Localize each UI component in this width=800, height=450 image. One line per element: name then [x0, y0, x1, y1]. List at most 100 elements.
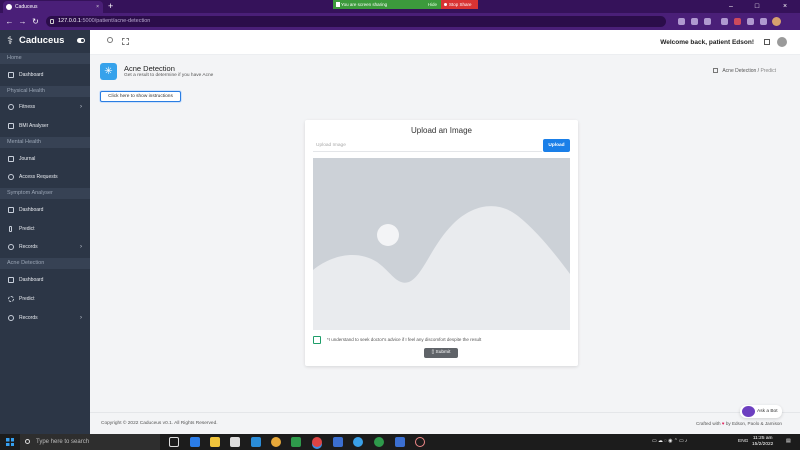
vscode-icon[interactable] — [333, 437, 343, 447]
extension-red-icon[interactable] — [734, 18, 741, 25]
sidebar-item-dashboard[interactable]: Dashboard — [0, 69, 90, 81]
sidebar: ⚕ Caduceus Home Dashboard Physical Healt… — [0, 30, 90, 434]
clock-icon — [8, 174, 14, 180]
breadcrumb-acne-detection[interactable]: Acne Detection — [722, 68, 756, 74]
clock-date: 15/2/2022 — [752, 442, 774, 447]
apps-grid-icon[interactable] — [764, 39, 770, 45]
fullscreen-icon[interactable] — [122, 38, 129, 45]
store-icon[interactable] — [230, 437, 240, 447]
list-icon — [8, 244, 14, 250]
section-home: Home — [0, 53, 90, 64]
file-explorer-icon[interactable] — [210, 437, 220, 447]
zoom-icon[interactable] — [678, 18, 685, 25]
taskbar-clock[interactable]: 11:25 am 15/2/2022 — [752, 436, 773, 448]
home-icon[interactable] — [713, 68, 719, 73]
new-tab-button[interactable]: + — [108, 0, 113, 13]
image-placeholder-preview — [313, 158, 570, 330]
extension-gear-icon[interactable] — [747, 18, 754, 25]
ask-a-bot-button[interactable]: Ask a Bot — [740, 405, 782, 418]
window-minimize-button[interactable]: – — [721, 0, 741, 13]
avatar[interactable] — [777, 37, 787, 47]
sidebar-item-fitness[interactable]: Fitness › — [0, 101, 90, 113]
reload-button[interactable]: ↻ — [30, 16, 41, 27]
hide-sharing-button[interactable]: Hide — [428, 0, 437, 9]
show-instructions-button[interactable]: Click here to show instructions — [100, 91, 181, 102]
page-title: Acne Detection — [124, 64, 175, 73]
chevron-right-icon: › — [80, 315, 82, 321]
submit-label: Submit — [435, 350, 451, 355]
submit-button[interactable]: ▯ Submit — [424, 348, 458, 358]
language-indicator[interactable]: ENG — [738, 434, 748, 450]
section-acne-detection: Acne Detection — [0, 258, 90, 269]
terminal-icon[interactable] — [291, 437, 301, 447]
app-green-icon[interactable] — [374, 437, 384, 447]
sidebar-item-acne-predict[interactable]: Predict — [0, 293, 90, 305]
page-header: ✳ Acne Detection Get a result to determi… — [100, 63, 790, 83]
sidebar-item-acne-records[interactable]: Records › — [0, 312, 90, 324]
sidebar-item-access-requests[interactable]: Access Requests — [0, 171, 90, 183]
bookmark-star-icon[interactable] — [704, 18, 711, 25]
sidebar-item-journal[interactable]: Journal — [0, 153, 90, 165]
mail-icon[interactable] — [251, 437, 261, 447]
task-view-icon[interactable] — [169, 437, 179, 447]
sidebar-item-symptom-predict[interactable]: Predict — [0, 223, 90, 235]
window-close-button[interactable]: × — [775, 0, 795, 13]
sidebar-item-label: Journal — [19, 156, 36, 162]
upload-button[interactable]: Upload — [543, 139, 570, 152]
taskbar-search-placeholder: Type here to search — [36, 439, 90, 445]
consent-label: *I understand to seek doctor's advice if… — [327, 337, 482, 342]
sidebar-item-bmi-analyser[interactable]: BMI Analyser — [0, 120, 90, 132]
close-tab-icon[interactable]: × — [96, 1, 99, 13]
forward-button[interactable]: → — [17, 16, 28, 27]
windows-start-icon[interactable] — [6, 438, 14, 446]
breadcrumb-separator: / — [757, 68, 760, 74]
brand-name[interactable]: Caduceus — [19, 35, 64, 46]
chrome-icon[interactable] — [271, 437, 281, 447]
url-field[interactable]: 127.0.0.1:5000/patient/acne-detection — [46, 16, 666, 27]
extension-icon[interactable] — [721, 18, 728, 25]
share-page-icon[interactable] — [691, 18, 698, 25]
credits-prefix: Crafted with — [696, 421, 721, 426]
ask-a-bot-label: Ask a Bot — [757, 409, 778, 414]
zoom-app-icon[interactable] — [395, 437, 405, 447]
section-symptom-analyser: Symptom Analyser — [0, 188, 90, 199]
search-icon[interactable] — [107, 37, 113, 43]
credits-suffix: by Edson, Paolo & Jamison — [725, 421, 782, 426]
sidebar-toggle[interactable] — [77, 38, 85, 43]
notifications-icon[interactable]: ▤ — [786, 434, 791, 450]
url-path: :5000/patient/acne-detection — [80, 18, 151, 24]
sidebar-item-acne-dashboard[interactable]: Dashboard — [0, 274, 90, 286]
browser-tab[interactable]: Caduceus × — [3, 1, 103, 13]
credits-text: Crafted with ♥ by Edson, Paolo & Jamison — [696, 421, 782, 426]
sidebar-item-label: Records — [19, 315, 38, 321]
record-icon — [444, 3, 447, 6]
chrome-active-icon[interactable] — [312, 437, 322, 447]
app-clock-icon[interactable] — [415, 437, 425, 447]
sidebar-item-label: BMI Analyser — [19, 123, 49, 129]
copyright-text: Copyright © 2022 Caduceus v0.1. All Righ… — [101, 421, 218, 426]
consent-checkbox[interactable] — [313, 336, 321, 344]
window-maximize-button[interactable]: □ — [747, 0, 767, 13]
edge-icon[interactable] — [190, 437, 200, 447]
scale-icon — [8, 123, 14, 129]
stop-share-button[interactable]: Stop Share — [441, 0, 478, 9]
sidebar-item-symptom-records[interactable]: Records › — [0, 241, 90, 253]
chart-icon — [8, 277, 14, 283]
share-icon — [336, 2, 340, 7]
app-blue-icon[interactable] — [353, 437, 363, 447]
upload-image-input[interactable]: Upload Image — [313, 139, 542, 152]
chat-bubble-icon — [742, 406, 755, 417]
footer: Copyright © 2022 Caduceus v0.1. All Righ… — [90, 412, 800, 434]
browser-address-bar: ← → ↻ 127.0.0.1:5000/patient/acne-detect… — [0, 13, 800, 30]
breadcrumb: Acne Detection / Predict — [713, 68, 776, 74]
caduceus-favicon-icon — [6, 4, 12, 10]
extensions-puzzle-icon[interactable] — [760, 18, 767, 25]
brand: ⚕ Caduceus — [0, 30, 90, 52]
tray-icons[interactable]: ▭ ☁ ◌ ◉ ⌃ ▭ ♪ — [652, 434, 687, 450]
taskbar-search-input[interactable]: Type here to search — [20, 434, 160, 450]
heart-icon: ♥ — [721, 421, 725, 426]
sidebar-item-symptom-dashboard[interactable]: Dashboard — [0, 204, 90, 216]
back-button[interactable]: ← — [4, 16, 15, 27]
browser-profile-avatar[interactable] — [772, 17, 781, 26]
site-info-icon[interactable] — [50, 19, 54, 24]
